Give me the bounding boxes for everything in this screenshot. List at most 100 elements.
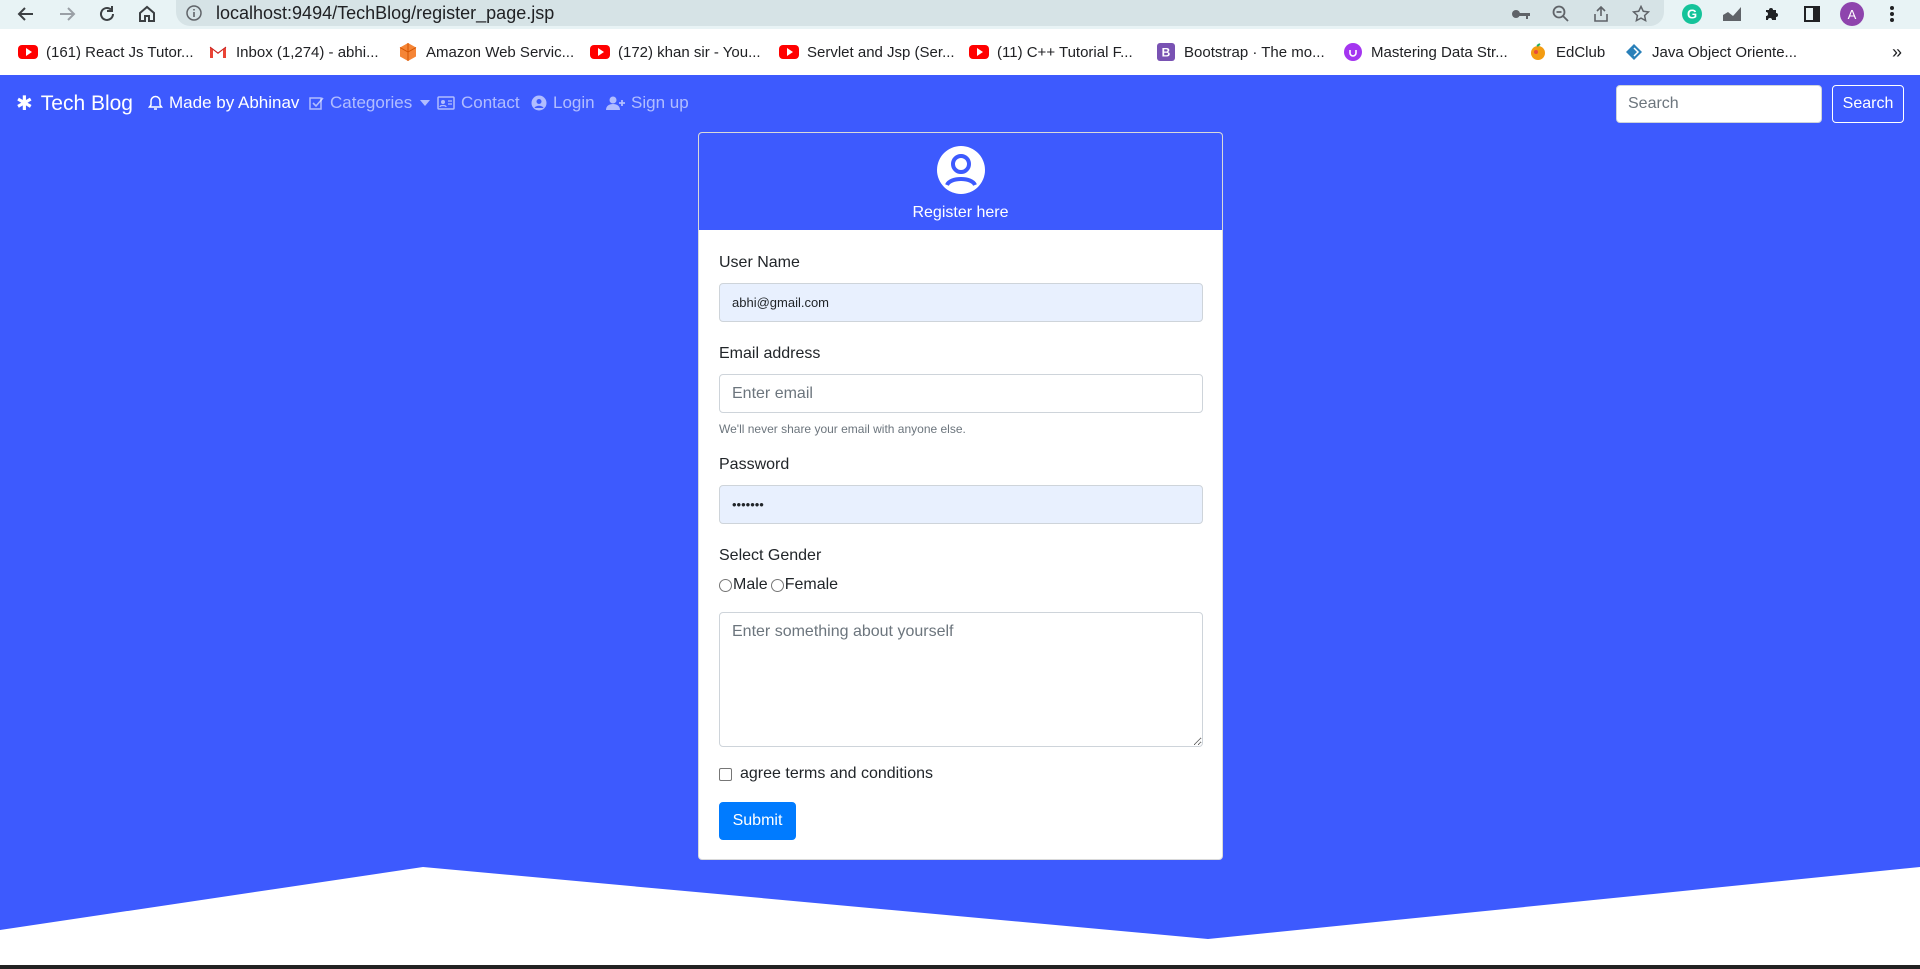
zoom-icon[interactable] <box>1548 2 1574 26</box>
user-circle-icon <box>936 145 986 200</box>
bootstrap-icon: B <box>1156 42 1176 62</box>
gender-radio-group: Male Female <box>719 576 1202 594</box>
gender-female-label[interactable]: Female <box>785 576 838 594</box>
bookmark-label: Amazon Web Servic... <box>426 43 575 61</box>
bookmark-item[interactable]: B Bootstrap · The mo... <box>1156 40 1325 64</box>
submit-button[interactable]: Submit <box>719 802 796 840</box>
nav-categories-dropdown[interactable]: Categories <box>309 93 431 113</box>
browser-menu-icon[interactable] <box>1879 1 1905 27</box>
bookmark-label: Java Object Oriente... <box>1652 43 1798 61</box>
register-form: User Name Email address We'll never shar… <box>699 230 1222 840</box>
bookmark-item[interactable]: EdClub <box>1528 40 1605 64</box>
terms-checkbox[interactable] <box>719 767 732 781</box>
nav-signup[interactable]: Sign up <box>606 93 689 113</box>
edclub-icon <box>1528 42 1548 62</box>
url-text[interactable]: localhost:9494/TechBlog/register_page.js… <box>216 3 554 24</box>
terms-row: agree terms and conditions <box>719 765 1202 783</box>
email-label: Email address <box>719 345 821 362</box>
brand-link[interactable]: ✱ Tech Blog <box>16 91 133 116</box>
password-field[interactable] <box>719 485 1203 524</box>
profile-initial: A <box>1840 2 1864 26</box>
chevron-down-icon <box>420 100 431 106</box>
page-content: ✱ Tech Blog Made by Abhinav Categories C… <box>0 75 1920 969</box>
nav-contact[interactable]: Contact <box>437 93 520 113</box>
java-icon <box>1624 42 1644 62</box>
gender-label: Select Gender <box>719 547 822 564</box>
svg-text:G: G <box>1687 7 1697 22</box>
youtube-icon <box>969 42 989 62</box>
extensions-puzzle-icon[interactable] <box>1759 1 1785 27</box>
back-icon[interactable] <box>12 1 40 27</box>
youtube-icon <box>590 42 610 62</box>
password-label: Password <box>719 456 790 473</box>
nav-login[interactable]: Login <box>531 93 595 113</box>
youtube-icon <box>18 42 38 62</box>
svg-text:B: B <box>1162 46 1171 60</box>
register-card: Register here User Name Email address We… <box>698 132 1223 860</box>
nav-label: Sign up <box>631 93 689 112</box>
grammarly-icon[interactable]: G <box>1679 1 1705 27</box>
bookmark-star-icon[interactable] <box>1628 2 1654 26</box>
gender-male-radio[interactable] <box>719 578 732 592</box>
gender-male-label[interactable]: Male <box>733 576 768 594</box>
address-bar[interactable]: localhost:9494/TechBlog/register_page.js… <box>176 0 1664 26</box>
reload-icon[interactable] <box>93 1 121 27</box>
forward-icon[interactable] <box>53 1 81 27</box>
bookmark-item[interactable]: Java Object Oriente... <box>1624 40 1797 64</box>
bookmark-label: (172) khan sir - You... <box>618 43 761 61</box>
about-textarea[interactable] <box>719 612 1203 747</box>
side-panel-icon[interactable] <box>1799 1 1825 27</box>
card-header: Register here <box>699 133 1222 230</box>
bookmark-label: Bootstrap · The mo... <box>1184 43 1325 61</box>
udemy-icon <box>1343 42 1363 62</box>
email-help-text: We'll never share your email with anyone… <box>719 422 966 436</box>
check-square-icon <box>309 96 324 111</box>
bookmark-item[interactable]: Amazon Web Servic... <box>398 40 574 64</box>
bookmark-label: (161) React Js Tutor... <box>46 43 194 61</box>
analytics-extension-icon[interactable] <box>1719 1 1745 27</box>
nav-made-by[interactable]: Made by Abhinav <box>148 93 299 113</box>
share-icon[interactable] <box>1588 2 1614 26</box>
user-plus-icon <box>606 96 625 111</box>
profile-avatar[interactable]: A <box>1839 1 1865 27</box>
nav-label: Contact <box>461 93 520 112</box>
bookmarks-bar: (161) React Js Tutor... Inbox (1,274) - … <box>0 36 1920 68</box>
bookmark-label: Servlet and Jsp (Ser... <box>807 43 955 61</box>
navbar: ✱ Tech Blog Made by Abhinav Categories C… <box>0 75 1920 133</box>
bookmark-item[interactable]: (172) khan sir - You... <box>590 40 761 64</box>
key-icon[interactable] <box>1508 2 1534 26</box>
browser-toolbar: localhost:9494/TechBlog/register_page.js… <box>0 0 1920 29</box>
bookmark-label: EdClub <box>1556 43 1606 61</box>
nav-label: Login <box>553 93 595 112</box>
gmail-icon <box>208 42 228 62</box>
bookmark-item[interactable]: Mastering Data Str... <box>1343 40 1508 64</box>
bookmark-item[interactable]: Servlet and Jsp (Ser... <box>779 40 955 64</box>
bookmark-label: Inbox (1,274) - abhi... <box>236 43 379 61</box>
card-title: Register here <box>912 204 1009 221</box>
address-card-icon <box>437 96 455 110</box>
bookmark-label: Mastering Data Str... <box>1371 43 1508 61</box>
home-icon[interactable] <box>133 1 161 27</box>
terms-label[interactable]: agree terms and conditions <box>740 765 933 783</box>
asterisk-icon: ✱ <box>16 93 33 115</box>
window-bottom-border <box>0 965 1920 969</box>
gender-female-radio[interactable] <box>770 578 784 592</box>
youtube-icon <box>779 42 799 62</box>
bell-icon <box>148 95 163 111</box>
user-circle-icon <box>531 95 547 111</box>
brand-label: Tech Blog <box>40 91 133 115</box>
site-info-icon[interactable] <box>186 5 202 21</box>
bookmark-item[interactable]: (11) C++ Tutorial F... <box>969 40 1133 64</box>
search-button[interactable]: Search <box>1832 85 1904 123</box>
bookmark-item[interactable]: Inbox (1,274) - abhi... <box>208 40 379 64</box>
username-field[interactable] <box>719 283 1203 322</box>
username-label: User Name <box>719 254 800 271</box>
search-input[interactable] <box>1616 85 1822 123</box>
email-field[interactable] <box>719 374 1203 413</box>
nav-label: Categories <box>330 93 413 112</box>
aws-icon <box>398 42 418 62</box>
bookmark-item[interactable]: (161) React Js Tutor... <box>18 40 194 64</box>
bookmark-label: (11) C++ Tutorial F... <box>997 43 1133 61</box>
nav-label: Made by Abhinav <box>169 93 300 112</box>
more-bookmarks-icon[interactable]: » <box>1892 42 1902 63</box>
